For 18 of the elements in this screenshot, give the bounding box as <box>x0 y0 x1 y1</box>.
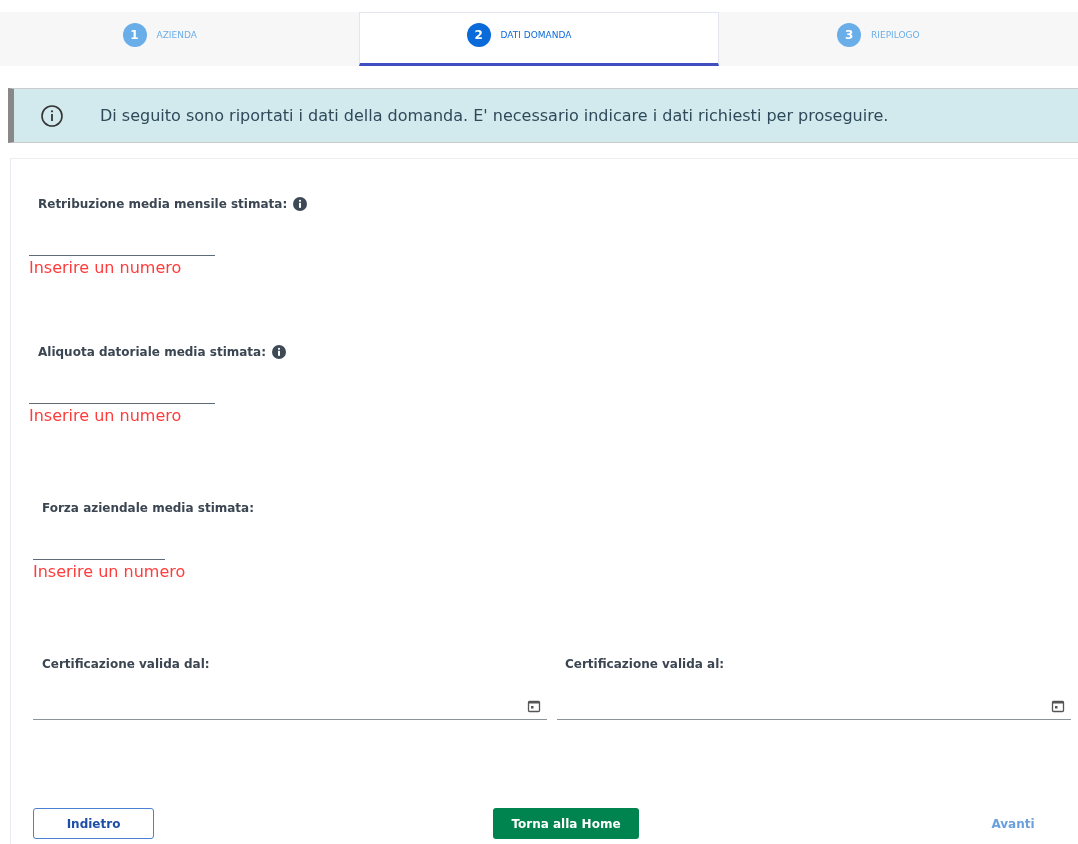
next-link[interactable]: Avanti <box>978 808 1048 839</box>
field-label: Retribuzione media mensile stimata: <box>38 197 288 211</box>
alert-text: Di seguito sono riportati i dati della domanda. E' necessario indicare i dati richiesti per proseguire. <box>100 106 889 125</box>
field-label: Certificazione valida dal: <box>41 657 211 671</box>
home-button[interactable]: Torna alla Home <box>493 808 639 839</box>
info-icon[interactable] <box>272 345 286 359</box>
field-label: Certificazione valida al: <box>564 657 726 671</box>
back-button[interactable]: Indietro <box>33 808 154 839</box>
calendar-icon[interactable] <box>527 699 541 713</box>
error-message: Inserire un numero <box>29 406 182 425</box>
info-icon <box>40 103 64 128</box>
step-tab[interactable]: 2 DATI DOMANDA <box>359 12 719 66</box>
error-message: Inserire un numero <box>33 562 186 581</box>
info-icon[interactable] <box>293 197 308 211</box>
error-message: Inserire un numero <box>29 258 182 277</box>
field-label: Aliquota datoriale media stimata: <box>38 345 266 359</box>
calendar-icon[interactable] <box>1051 699 1065 713</box>
field-label: Forza aziendale media stimata: <box>42 501 254 515</box>
